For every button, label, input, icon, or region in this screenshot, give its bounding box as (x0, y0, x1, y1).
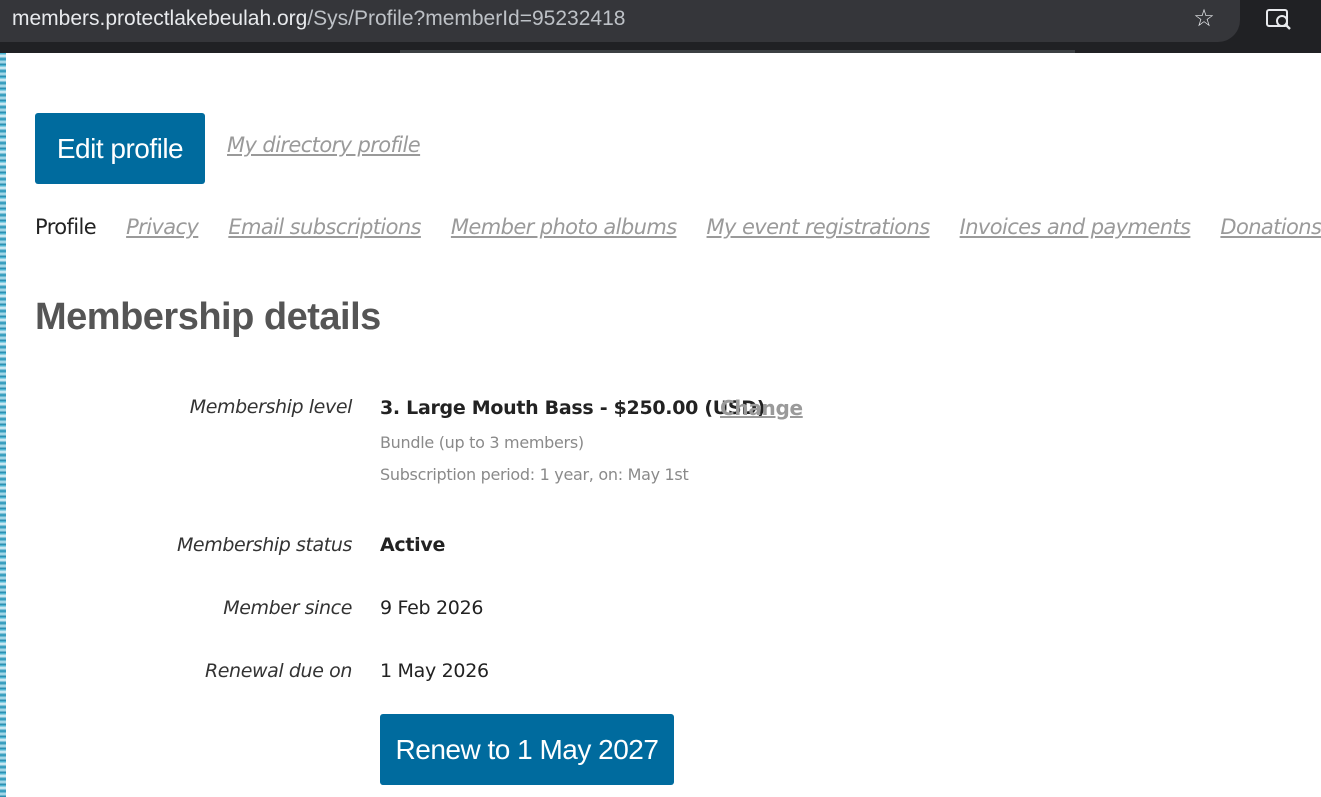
my-directory-profile-link[interactable]: My directory profile (227, 133, 421, 157)
tab-profile[interactable]: Profile (35, 215, 97, 247)
tab-invoices-and-payments[interactable]: Invoices and payments (960, 215, 1191, 247)
renewal-due-label: Renewal due on (204, 660, 352, 682)
url-path: /Sys/Profile?memberId=95232418 (307, 7, 626, 30)
tab-email-subscriptions[interactable]: Email subscriptions (228, 215, 421, 247)
member-since-label: Member since (223, 597, 352, 619)
renew-button[interactable]: Renew to 1 May 2027 (380, 714, 674, 785)
change-level-link[interactable]: Change (720, 396, 803, 420)
renewal-due-value: 1 May 2026 (380, 660, 489, 682)
tab-member-photo-albums[interactable]: Member photo albums (451, 215, 677, 247)
subscription-period-note: Subscription period: 1 year, on: May 1st (380, 465, 689, 484)
membership-level-label: Membership level (189, 396, 353, 418)
profile-tabs: Profile Privacy Email subscriptions Memb… (35, 215, 1321, 247)
url-text[interactable]: members.protectlakebeulah.org/Sys/Profil… (12, 7, 625, 31)
decorative-water-strip (0, 53, 6, 797)
membership-level-value: 3. Large Mouth Bass - $250.00 (USD) (380, 397, 766, 419)
bundle-note: Bundle (up to 3 members) (380, 433, 584, 452)
star-icon[interactable]: ☆ (1190, 4, 1218, 32)
membership-status-label: Membership status (176, 534, 352, 556)
search-page-icon[interactable] (1264, 5, 1294, 33)
tab-donations[interactable]: Donations (1220, 215, 1321, 247)
browser-toolbar: members.protectlakebeulah.org/Sys/Profil… (0, 0, 1321, 53)
url-host: members.protectlakebeulah.org (12, 7, 308, 30)
tab-my-event-registrations[interactable]: My event registrations (707, 215, 931, 247)
edit-profile-button[interactable]: Edit profile (35, 113, 205, 184)
address-bar[interactable]: members.protectlakebeulah.org/Sys/Profil… (0, 0, 1240, 42)
tab-strip-divider (400, 50, 1075, 53)
tab-privacy[interactable]: Privacy (126, 215, 199, 247)
member-since-value: 9 Feb 2026 (380, 597, 484, 619)
status-badge: Active (380, 534, 446, 556)
page-title: Membership details (35, 296, 381, 338)
